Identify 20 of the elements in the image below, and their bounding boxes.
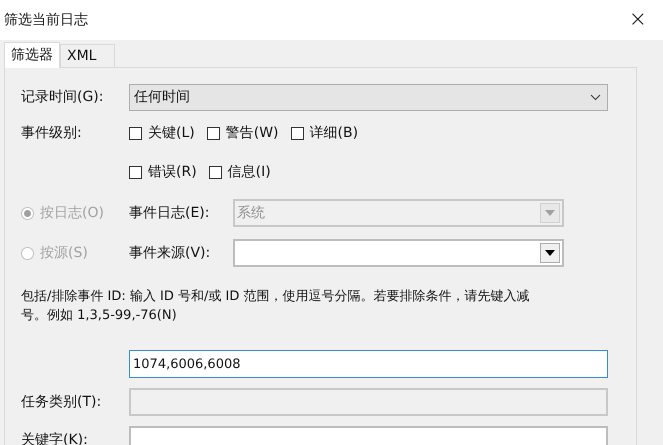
- tab[interactable]: 筛选器: [4, 42, 60, 68]
- event-id-field[interactable]: 1074,6006,6008: [129, 350, 608, 378]
- field-label: 事件日志(E):: [129, 204, 210, 222]
- checkbox[interactable]: 错误(R): [129, 162, 197, 183]
- close-button[interactable]: ×: [628, 9, 647, 31]
- time-dropdown[interactable]: 任何时间: [129, 84, 608, 111]
- checkbox[interactable]: 警告(W): [206, 123, 279, 144]
- field-label: 事件来源(V):: [129, 244, 212, 262]
- tab[interactable]: XML: [60, 44, 115, 67]
- field-label: 事件级别:: [21, 124, 83, 143]
- field-label: 记录时间(G):: [21, 88, 104, 107]
- combo-value: 系统: [237, 204, 265, 222]
- field-label: 关键字(K):: [21, 430, 89, 445]
- field-label: 任务类别(T):: [21, 392, 102, 412]
- chevron-down-icon: [590, 94, 601, 101]
- checkbox[interactable]: 详细(B): [290, 123, 358, 144]
- event-id-description: 包括/排除事件 ID: 输入 ID 号和/或 ID 范围，使用逗号分隔。若要排除条件，请先键入减号。例如 1,3,5-99,-76(N): [21, 288, 530, 325]
- window-title: 筛选当前日志: [4, 10, 88, 30]
- checkbox[interactable]: 信息(I): [208, 162, 271, 183]
- checkbox[interactable]: 关键(L): [129, 123, 195, 144]
